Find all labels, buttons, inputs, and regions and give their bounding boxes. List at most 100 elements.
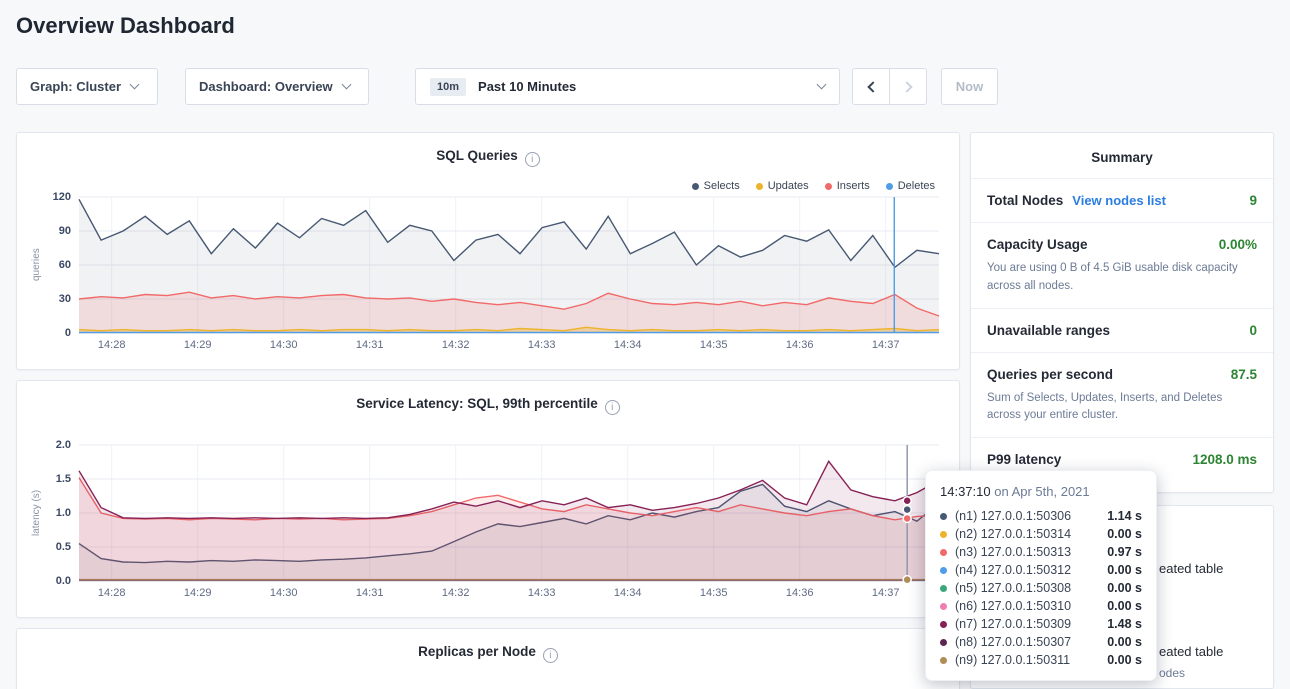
node-address-label: (n3) 127.0.0.1:50313 xyxy=(955,545,1107,559)
graph-selector-label: Graph: Cluster xyxy=(30,79,121,94)
legend-color-dot xyxy=(825,183,832,190)
tooltip-row: (n7) 127.0.0.1:503091.48 s xyxy=(940,615,1142,633)
y-tick-label: 0.0 xyxy=(17,575,71,587)
y-tick-label: 30 xyxy=(17,293,71,305)
service-latency-chart-card: Service Latency: SQL, 99th percentilei l… xyxy=(16,380,960,618)
chart-title: Replicas per Node xyxy=(418,644,536,659)
summary-row: Queries per second87.5Sum of Selects, Up… xyxy=(971,352,1273,438)
view-nodes-list-link[interactable]: View nodes list xyxy=(1072,193,1166,208)
time-range-next-button[interactable] xyxy=(889,68,927,105)
info-icon[interactable]: i xyxy=(605,400,620,415)
summary-value: 9 xyxy=(1249,193,1257,208)
summary-row: Unavailable ranges0 xyxy=(971,308,1273,352)
x-tick-label: 14:37 xyxy=(872,587,900,599)
x-tick-label: 14:32 xyxy=(442,587,470,599)
series-color-dot xyxy=(940,639,947,646)
node-latency-value: 0.00 s xyxy=(1107,653,1142,667)
legend-item[interactable]: Deletes xyxy=(886,180,935,192)
chart-hover-tooltip: 14:37:10 on Apr 5th, 2021 (n1) 127.0.0.1… xyxy=(925,470,1157,681)
legend-item[interactable]: Inserts xyxy=(825,180,870,192)
summary-label: Queries per second xyxy=(987,367,1113,382)
x-tick-label: 14:29 xyxy=(184,587,212,599)
tooltip-row: (n6) 127.0.0.1:503100.00 s xyxy=(940,597,1142,615)
legend-color-dot xyxy=(756,183,763,190)
x-tick-label: 14:29 xyxy=(184,339,212,351)
legend-color-dot xyxy=(692,183,699,190)
x-tick-label: 14:31 xyxy=(356,587,384,599)
y-tick-label: 1.0 xyxy=(17,507,71,519)
time-range-label: Past 10 Minutes xyxy=(478,79,576,94)
x-tick-label: 14:36 xyxy=(786,587,814,599)
legend-label: Updates xyxy=(768,180,809,192)
node-address-label: (n8) 127.0.0.1:50307 xyxy=(955,635,1107,649)
dashboard-selector-label: Dashboard: Overview xyxy=(199,79,333,94)
info-icon[interactable]: i xyxy=(525,152,540,167)
chart-plot[interactable] xyxy=(79,197,939,333)
x-tick-label: 14:30 xyxy=(270,339,298,351)
summary-value: 1208.0 ms xyxy=(1192,452,1257,467)
replicas-per-node-chart-card: Replicas per Node i xyxy=(16,628,960,689)
now-button[interactable]: Now xyxy=(941,68,998,105)
overview-dashboard-page: Overview Dashboard Graph: Cluster Dashbo… xyxy=(0,0,1290,689)
node-address-label: (n5) 127.0.0.1:50308 xyxy=(955,581,1107,595)
info-icon[interactable]: i xyxy=(543,648,558,663)
tooltip-row: (n9) 127.0.0.1:503110.00 s xyxy=(940,651,1142,669)
sql-queries-chart-card: SQL Queriesi SelectsUpdatesInsertsDelete… xyxy=(16,132,960,370)
node-latency-value: 1.48 s xyxy=(1107,617,1142,631)
x-tick-label: 14:28 xyxy=(98,587,126,599)
summary-label: Total Nodes xyxy=(987,193,1063,208)
time-range-prev-button[interactable] xyxy=(852,68,890,105)
series-color-dot xyxy=(940,585,947,592)
chart-plot[interactable] xyxy=(79,445,939,581)
series-color-dot xyxy=(940,513,947,520)
summary-value: 0 xyxy=(1249,323,1257,338)
tooltip-time: 14:37:10 xyxy=(940,484,991,499)
series-color-dot xyxy=(940,621,947,628)
chart-title-row: Replicas per Node i xyxy=(17,644,959,663)
page-title: Overview Dashboard xyxy=(16,13,235,39)
summary-panel: Summary Total Nodes View nodes list 9 Capac… xyxy=(970,132,1274,493)
summary-panel-title: Summary xyxy=(971,133,1273,178)
summary-row: Total Nodes View nodes list 9 xyxy=(971,178,1273,222)
chevron-down-icon xyxy=(130,80,140,90)
chevron-down-icon xyxy=(817,80,827,90)
graph-selector-dropdown[interactable]: Graph: Cluster xyxy=(16,68,158,105)
time-range-picker[interactable]: 10m Past 10 Minutes xyxy=(415,68,840,105)
y-tick-label: 2.0 xyxy=(17,439,71,451)
series-color-dot xyxy=(940,531,947,538)
dashboard-selector-dropdown[interactable]: Dashboard: Overview xyxy=(185,68,369,105)
x-tick-label: 14:37 xyxy=(872,339,900,351)
chart-title-row: Service Latency: SQL, 99th percentile i xyxy=(17,396,959,415)
y-tick-label: 60 xyxy=(17,259,71,271)
tooltip-row: (n1) 127.0.0.1:503061.14 s xyxy=(940,507,1142,525)
x-tick-label: 14:33 xyxy=(528,587,556,599)
summary-description: Sum of Selects, Updates, Inserts, and De… xyxy=(987,390,1257,426)
event-item-text: odes xyxy=(1159,666,1185,680)
x-tick-label: 14:35 xyxy=(700,339,728,351)
y-tick-label: 0.5 xyxy=(17,541,71,553)
y-tick-label: 1.5 xyxy=(17,473,71,485)
chevron-down-icon xyxy=(341,80,351,90)
node-latency-value: 0.97 s xyxy=(1107,545,1142,559)
y-tick-label: 90 xyxy=(17,225,71,237)
legend-label: Inserts xyxy=(837,180,870,192)
time-range-badge: 10m xyxy=(430,78,466,96)
node-address-label: (n9) 127.0.0.1:50311 xyxy=(955,653,1107,667)
node-latency-value: 0.00 s xyxy=(1107,635,1142,649)
legend-item[interactable]: Updates xyxy=(756,180,809,192)
summary-value: 0.00% xyxy=(1219,237,1257,252)
chart-title: Service Latency: SQL, 99th percentile xyxy=(356,396,598,411)
legend-label: Deletes xyxy=(898,180,935,192)
legend-item[interactable]: Selects xyxy=(692,180,740,192)
series-color-dot xyxy=(940,567,947,574)
node-latency-value: 0.00 s xyxy=(1107,563,1142,577)
summary-row: Capacity Usage0.00%You are using 0 B of … xyxy=(971,222,1273,308)
chart-legend: Selects Updates Inserts Deletes xyxy=(692,180,935,192)
node-latency-value: 0.00 s xyxy=(1107,599,1142,613)
event-item-text: eated table xyxy=(1159,644,1223,659)
node-latency-value: 0.00 s xyxy=(1107,581,1142,595)
node-address-label: (n1) 127.0.0.1:50306 xyxy=(955,509,1107,523)
y-tick-label: 0 xyxy=(17,327,71,339)
series-color-dot xyxy=(940,603,947,610)
x-tick-label: 14:28 xyxy=(98,339,126,351)
